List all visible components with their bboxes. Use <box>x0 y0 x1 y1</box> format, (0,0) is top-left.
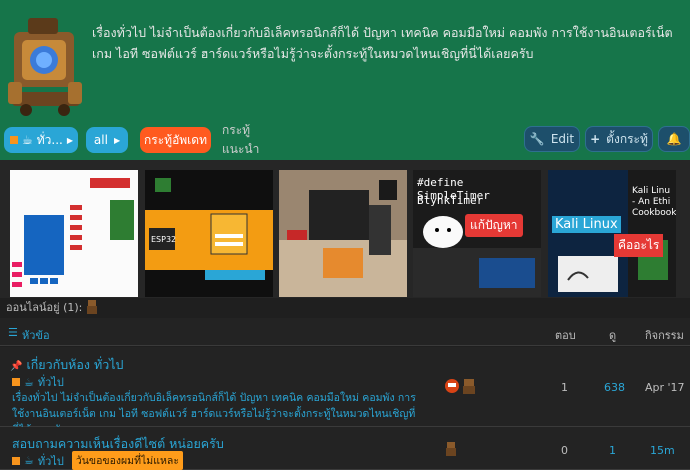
arduino-board-image <box>10 170 138 297</box>
thumbnail-kali-linux[interactable]: Kali Linux คืออะไร Kali Linu - An Ethi C… <box>548 170 676 297</box>
esp32-web-image: ESP32 <box>145 170 273 297</box>
latest-tab[interactable]: กระทู้อัพเดท <box>140 127 211 153</box>
thumbnail-kali-badge: คืออะไร <box>614 234 664 257</box>
table-row: 📌 เกี่ยวกับห้อง ทั่วไป ☕ ทั่วไป เรื่องทั… <box>0 347 690 436</box>
poster-avatars[interactable] <box>444 377 478 395</box>
table-row: สอบถามความเห็นเรื่องดีไซต์ หน่อยครับ ☕ ท… <box>0 427 690 470</box>
activity-time[interactable]: 15m <box>650 444 675 457</box>
chevron-right-icon: ▶ <box>66 135 74 145</box>
list-icon: ☰ <box>8 326 18 339</box>
thumbnail-kali-side: Kali Linu - An Ethi Cookbook <box>632 186 676 218</box>
site-logo <box>8 18 82 116</box>
online-users: ออนไลน์อยู่ (1): <box>6 298 99 316</box>
topic-category[interactable]: ☕ ทั่วไป <box>12 373 64 391</box>
thumbnail-badge: แก้ปัญหา <box>465 214 523 237</box>
coffee-icon: ☕ <box>24 375 34 389</box>
new-topic-label: ตั้งกระทู้ <box>606 131 648 146</box>
thumbnail-code-line2: BlynkTimer <box>417 194 484 207</box>
bell-icon: 🔔 <box>666 132 682 146</box>
pin-icon: 📌 <box>10 361 23 372</box>
edit-button[interactable]: 🔧 Edit <box>524 126 580 152</box>
activity-time[interactable]: Apr '17 <box>645 381 685 394</box>
edit-button-label: Edit <box>550 132 575 146</box>
category-dropdown[interactable]: ☕ ทั่ว... ▶ <box>4 127 78 153</box>
category-dropdown-label: ทั่ว... <box>36 132 63 147</box>
thumbnail-esp32-web[interactable]: ESP32 <box>145 170 273 297</box>
tag-dropdown-label: all <box>93 133 108 147</box>
avatar[interactable] <box>444 441 458 457</box>
new-topic-button[interactable]: + ตั้งกระทู้ <box>585 126 653 152</box>
coffee-icon: ☕ <box>22 133 33 147</box>
topic-category-label: ทั่วไป <box>37 376 64 389</box>
header-topic[interactable]: หัวข้อ <box>22 326 50 344</box>
header-views[interactable]: ดู <box>609 326 616 344</box>
plus-icon: + <box>590 132 601 146</box>
robot-arm-image <box>279 170 407 297</box>
topic-title-text: เกี่ยวกับห้อง ทั่วไป <box>26 357 124 372</box>
category-color-square <box>10 136 18 144</box>
category-color-square <box>12 456 20 465</box>
top-tab[interactable]: กระทู้แนะนำ <box>222 123 284 156</box>
topic-list-header: ☰ หัวข้อ ตอบ ดู กิจกรรม <box>0 318 690 346</box>
reply-count: 0 <box>561 444 568 457</box>
topic-title[interactable]: 📌 เกี่ยวกับห้อง ทั่วไป <box>10 355 123 375</box>
topic-category[interactable]: ☕ ทั่วไป วันขอของผมที่ไม่แหละ <box>12 451 183 470</box>
featured-thumbnails: ESP32 #define SimpleTimer BlynkTimer แก้… <box>0 160 690 298</box>
view-count: 1 <box>609 444 616 457</box>
topic-tag[interactable]: วันขอของผมที่ไม่แหละ <box>71 451 183 470</box>
thumbnail-kali-title: Kali Linux <box>552 216 621 233</box>
wrench-icon: 🔧 <box>529 132 545 146</box>
thumbnail-robot-arm[interactable] <box>279 170 407 297</box>
avatar[interactable] <box>85 299 99 315</box>
topic-category-label: ทั่วไป <box>37 454 64 468</box>
reply-count: 1 <box>561 381 568 394</box>
notification-bell-button[interactable]: 🔔 <box>658 126 690 152</box>
header-replies[interactable]: ตอบ <box>555 326 576 344</box>
chevron-right-icon: ▶ <box>113 135 121 145</box>
thumbnail-simpletimer[interactable]: #define SimpleTimer BlynkTimer แก้ปัญหา <box>413 170 541 297</box>
thumbnail-arduino-pinout[interactable] <box>10 170 138 297</box>
category-description: เรื่องทั่วไป ไม่จำเป็นต้องเกี่ยวกับอิเล็… <box>92 25 673 61</box>
coffee-icon: ☕ <box>24 454 34 467</box>
header-activity[interactable]: กิจกรรม <box>645 326 684 344</box>
category-color-square <box>12 378 20 386</box>
online-label: ออนไลน์อยู่ (1): <box>6 301 83 314</box>
svg-text:ESP32: ESP32 <box>151 235 176 244</box>
view-count: 638 <box>604 381 625 394</box>
tag-dropdown[interactable]: all ▶ <box>86 127 128 153</box>
